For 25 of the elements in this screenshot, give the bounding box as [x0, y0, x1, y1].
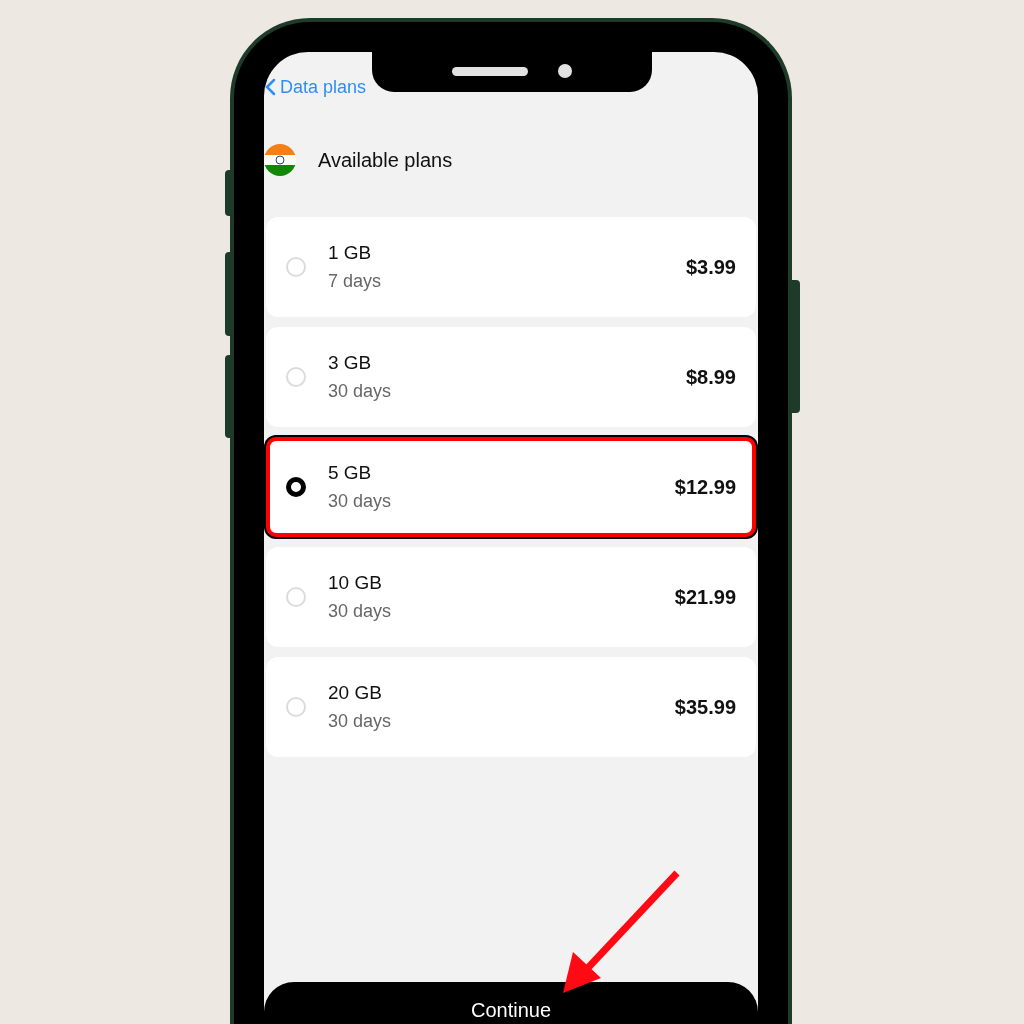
plan-name: 1 GB: [328, 241, 373, 265]
section-title: Available plans: [318, 148, 453, 173]
plan-card[interactable]: 10 GB 30 days $21.99: [266, 547, 756, 647]
plan-price: $35.99: [674, 695, 736, 720]
plan-price: $12.99: [674, 475, 736, 500]
plan-name: 3 GB: [328, 351, 373, 375]
plan-duration: 7 days: [328, 270, 383, 293]
plan-card[interactable]: 20 GB 30 days $35.99: [266, 657, 756, 757]
plan-price: $21.99: [674, 585, 736, 610]
flag-icon: [264, 144, 296, 176]
back-chevron-icon: [264, 78, 276, 96]
plan-name: 5 GB: [328, 461, 373, 485]
plan-name: 20 GB: [328, 681, 383, 705]
plan-name: 10 GB: [328, 571, 383, 595]
continue-button[interactable]: Continue: [264, 982, 758, 1024]
plan-card[interactable]: 5 GB 30 days $12.99: [266, 437, 756, 537]
plan-price: $8.99: [685, 365, 736, 390]
plan-duration: 30 days: [328, 600, 393, 623]
plan-card[interactable]: 3 GB 30 days $8.99: [266, 327, 756, 427]
plan-duration: 30 days: [328, 710, 393, 733]
plan-card[interactable]: 1 GB 7 days $3.99: [266, 217, 756, 317]
radio-button[interactable]: [286, 477, 306, 497]
plan-duration: 30 days: [328, 380, 393, 403]
plan-duration: 30 days: [328, 490, 393, 513]
plan-price: $3.99: [685, 255, 736, 280]
